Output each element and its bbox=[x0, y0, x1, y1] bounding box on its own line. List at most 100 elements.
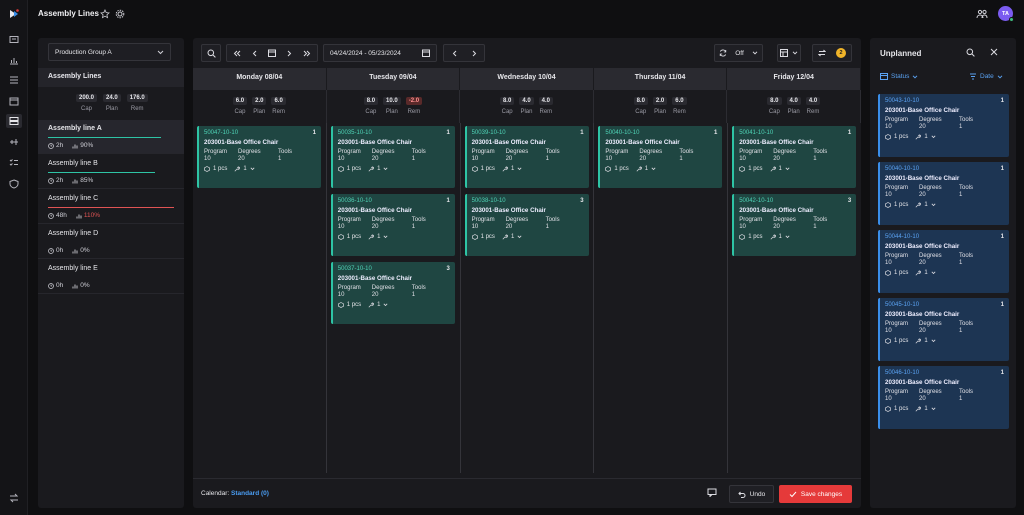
chevron-down-icon[interactable] bbox=[250, 167, 255, 171]
sync-toggle[interactable]: Off bbox=[714, 44, 763, 62]
sliders-icon[interactable] bbox=[6, 135, 22, 149]
lines-icon[interactable] bbox=[6, 114, 22, 128]
logo-icon[interactable] bbox=[8, 8, 20, 20]
order-card[interactable]: 50038-10-10 3 203001-Base Office Chair Prog… bbox=[464, 194, 589, 256]
order-id[interactable]: 50035-10-10 bbox=[338, 130, 450, 136]
order-card[interactable]: 50035-10-10 1 203001-Base Office Chair Prog… bbox=[330, 126, 455, 188]
order-id[interactable]: 50040-10-10 bbox=[885, 166, 1004, 172]
chevron-down-icon[interactable] bbox=[651, 167, 656, 171]
chevron-down-icon[interactable] bbox=[383, 235, 388, 239]
chevron-down-icon[interactable] bbox=[931, 203, 936, 207]
assembly-line-row[interactable]: Assembly line E 0h 0% bbox=[38, 260, 184, 294]
changes-button[interactable]: 2 bbox=[812, 44, 852, 62]
order-card[interactable]: 50040-10-10 1 203001-Base Office Chair Prog… bbox=[598, 126, 723, 188]
chevron-down-icon[interactable] bbox=[785, 167, 790, 171]
chevron-down-icon[interactable] bbox=[931, 407, 936, 411]
capacity-cap-value: 6.0 bbox=[232, 97, 248, 105]
assembly-line-name: Assembly line C bbox=[48, 195, 99, 202]
first-page-button[interactable] bbox=[233, 50, 241, 57]
order-id[interactable]: 50043-10-10 bbox=[885, 98, 1004, 104]
chevron-down-icon[interactable] bbox=[383, 303, 388, 307]
order-id[interactable]: 50045-10-10 bbox=[885, 302, 1004, 308]
next-page-button[interactable] bbox=[287, 50, 292, 57]
tools-label: Tools bbox=[411, 149, 426, 155]
chevron-down-icon[interactable] bbox=[785, 235, 790, 239]
close-icon[interactable] bbox=[990, 48, 998, 56]
card-footer: 1 pcs 1 bbox=[204, 166, 316, 172]
order-id[interactable]: 50039-10-10 bbox=[472, 130, 584, 136]
checklist-icon[interactable] bbox=[6, 156, 22, 170]
capacity-cap-label: Cap bbox=[635, 109, 647, 115]
order-id[interactable]: 50036-10-10 bbox=[338, 198, 450, 204]
calendar-icon[interactable] bbox=[6, 94, 22, 108]
status-filter[interactable]: Status bbox=[880, 73, 918, 80]
search-icon[interactable] bbox=[966, 48, 975, 57]
order-card[interactable]: 50047-10-10 1 203001-Base Office Chair Prog… bbox=[197, 126, 321, 188]
chevron-down-icon[interactable] bbox=[931, 135, 936, 139]
order-quantity: 1 bbox=[714, 130, 718, 136]
last-page-button[interactable] bbox=[303, 50, 311, 57]
card-footer: 1 pcs 1 bbox=[337, 166, 450, 172]
shield-icon[interactable] bbox=[6, 177, 22, 191]
assembly-line-row[interactable]: Assembly line C 48h 110% bbox=[38, 190, 184, 224]
order-id[interactable]: 50046-10-10 bbox=[885, 370, 1004, 376]
load-percent: 0% bbox=[80, 282, 90, 289]
order-id[interactable]: 50047-10-10 bbox=[204, 130, 316, 136]
tools-label: Tools bbox=[545, 217, 560, 223]
order-card[interactable]: 50045-10-10 1 203001-Base Office Chair Prog… bbox=[878, 298, 1009, 361]
chart-icon[interactable] bbox=[6, 53, 22, 67]
order-id[interactable]: 50041-10-10 bbox=[739, 130, 851, 136]
tools-value: 1 bbox=[679, 156, 683, 162]
program-value: 10 bbox=[739, 224, 746, 230]
order-card[interactable]: 50036-10-10 1 203001-Base Office Chair Prog… bbox=[330, 194, 455, 256]
chevron-down-icon[interactable] bbox=[383, 167, 388, 171]
order-id[interactable]: 50040-10-10 bbox=[605, 130, 717, 136]
gear-icon[interactable] bbox=[115, 9, 125, 19]
swap-icon[interactable] bbox=[6, 491, 22, 505]
chevron-down-icon[interactable] bbox=[931, 271, 936, 275]
assembly-line-row[interactable]: Assembly line B 2h 85% bbox=[38, 155, 184, 189]
order-card[interactable]: 50041-10-10 1 203001-Base Office Chair Prog… bbox=[732, 126, 857, 188]
shift-back-button[interactable] bbox=[452, 50, 457, 57]
order-id[interactable]: 50044-10-10 bbox=[885, 234, 1004, 240]
shift-forward-button[interactable] bbox=[472, 50, 477, 57]
date-sort[interactable]: Date bbox=[969, 73, 1003, 80]
order-quantity: 1 bbox=[446, 130, 450, 136]
comment-icon[interactable] bbox=[707, 488, 717, 497]
calendar-link[interactable]: Standard (0) bbox=[231, 490, 269, 497]
avatar[interactable]: TA bbox=[998, 6, 1014, 22]
degrees-value: 20 bbox=[371, 156, 379, 162]
order-id[interactable]: 50038-10-10 bbox=[472, 198, 584, 204]
prev-page-button[interactable] bbox=[252, 50, 257, 57]
left-rail bbox=[0, 0, 28, 515]
line-meta: 2h 85% bbox=[48, 177, 98, 184]
star-icon[interactable] bbox=[100, 9, 110, 19]
order-card[interactable]: 50044-10-10 1 203001-Base Office Chair Prog… bbox=[878, 230, 1009, 293]
view-select[interactable] bbox=[777, 44, 801, 62]
list-icon[interactable] bbox=[6, 73, 22, 87]
wrench-icon bbox=[502, 234, 508, 240]
inbox-icon[interactable] bbox=[6, 33, 22, 47]
chevron-down-icon[interactable] bbox=[517, 235, 522, 239]
search-button[interactable] bbox=[201, 44, 221, 62]
capacity-plan: 2.0 Plan bbox=[652, 97, 668, 123]
save-changes-button[interactable]: Save changes bbox=[779, 485, 852, 503]
chevron-down-icon[interactable] bbox=[931, 339, 936, 343]
order-id[interactable]: 50037-10-10 bbox=[338, 266, 450, 272]
box-icon bbox=[471, 166, 478, 172]
assembly-line-row[interactable]: Assembly line A 2h 90% bbox=[38, 120, 184, 154]
undo-button[interactable]: Undo bbox=[729, 485, 774, 503]
people-icon[interactable] bbox=[976, 9, 988, 19]
date-range-picker[interactable]: 04/24/2024 - 05/23/2024 bbox=[323, 44, 437, 62]
order-card[interactable]: 50043-10-10 1 203001-Base Office Chair Prog… bbox=[878, 94, 1009, 157]
order-card[interactable]: 50039-10-10 1 203001-Base Office Chair Prog… bbox=[464, 126, 589, 188]
order-card[interactable]: 50037-10-10 3 203001-Base Office Chair Prog… bbox=[330, 262, 455, 324]
chevron-down-icon[interactable] bbox=[517, 167, 522, 171]
order-card[interactable]: 50040-10-10 1 203001-Base Office Chair Prog… bbox=[878, 162, 1009, 225]
order-id[interactable]: 50042-10-10 bbox=[739, 198, 851, 204]
today-button[interactable] bbox=[267, 49, 276, 57]
order-card[interactable]: 50046-10-10 1 203001-Base Office Chair Prog… bbox=[878, 366, 1009, 429]
production-group-select[interactable]: Production Group A bbox=[48, 43, 171, 61]
assembly-line-row[interactable]: Assembly line D 0h 0% bbox=[38, 225, 184, 259]
order-card[interactable]: 50042-10-10 3 203001-Base Office Chair Prog… bbox=[732, 194, 857, 256]
